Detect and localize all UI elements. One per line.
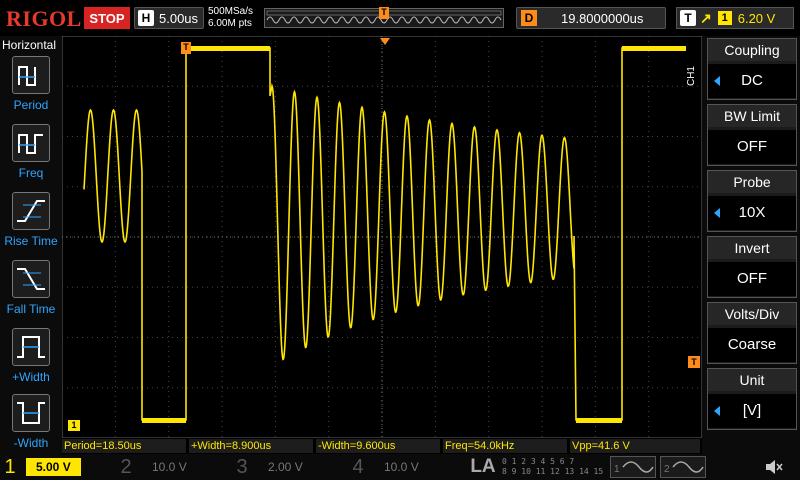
measurement-bar: Period=18.50us +Width=8.900us -Width=9.6…: [62, 438, 702, 454]
measurement-negative-width[interactable]: -Width=9.600us: [316, 439, 440, 453]
period-icon: [12, 56, 50, 94]
menu-probe[interactable]: Probe 10X: [707, 170, 797, 232]
measure-fall-time[interactable]: Fall Time: [0, 260, 62, 326]
rising-edge-icon: ↗: [700, 9, 712, 26]
speaker-muted-icon[interactable]: [764, 458, 784, 476]
measure-freq[interactable]: Freq: [0, 124, 62, 190]
measure-rise-time[interactable]: Rise Time: [0, 192, 62, 258]
memory-overview[interactable]: T: [264, 7, 504, 28]
waveform-display[interactable]: 1 T T: [61, 35, 703, 439]
channel-3-number: 3: [236, 455, 248, 478]
trigger-time-marker[interactable]: T: [181, 42, 191, 54]
rise-time-icon: [12, 192, 50, 230]
invert-value: OFF: [708, 262, 796, 296]
channel-2-scale: 10.0 V: [152, 460, 187, 474]
svg-text:2: 2: [664, 464, 670, 475]
probe-select-arrow-icon: [714, 208, 720, 218]
measurement-freq[interactable]: Freq=54.0kHz: [443, 439, 567, 453]
generator-1-status[interactable]: 1: [610, 456, 656, 478]
measure-positive-width[interactable]: +Width: [0, 328, 62, 394]
freq-icon: [12, 124, 50, 162]
unit-value: [V]: [708, 394, 796, 428]
memory-depth: 6.00M pts: [208, 18, 252, 29]
timebase-box[interactable]: H 5.00us: [134, 7, 204, 29]
generator-2-sine-icon: 2: [664, 461, 704, 475]
trigger-level-marker[interactable]: T: [688, 356, 700, 368]
sample-rate: 500MSa/s: [208, 6, 254, 17]
channel-2-number: 2: [120, 455, 132, 478]
channel-3-status[interactable]: 3 2.00 V: [232, 454, 350, 480]
ch1-menu-tag: CH1: [686, 66, 697, 87]
ch1-ground-marker[interactable]: 1: [68, 420, 80, 431]
horizontal-title: Horizontal: [2, 38, 57, 52]
acquisition-info: 500MSa/s 6.00M pts: [208, 6, 253, 30]
coupling-select-arrow-icon: [714, 76, 720, 86]
freq-label: Freq: [18, 166, 44, 180]
menu-coupling[interactable]: Coupling DC: [707, 38, 797, 100]
generator-1-sine-icon: 1: [614, 461, 654, 475]
measurement-vpp[interactable]: Vpp=41.6 V: [570, 439, 700, 453]
channel-4-number: 4: [352, 455, 364, 478]
svg-text:1: 1: [614, 464, 620, 475]
channel-2-status[interactable]: 2 10.0 V: [116, 454, 234, 480]
positive-width-icon: [12, 328, 50, 366]
channel-1-scale: 5.00 V: [26, 458, 81, 476]
trigger-box[interactable]: T ↗ 1 6.20 V: [676, 7, 794, 29]
menu-volts-div[interactable]: Volts/Div Coarse: [707, 302, 797, 364]
trigger-key: T: [680, 10, 696, 26]
invert-title: Invert: [708, 237, 796, 259]
delay-center-marker: [380, 38, 390, 45]
delay-key: D: [521, 10, 537, 26]
volts-div-title: Volts/Div: [708, 303, 796, 325]
timebase-value: 5.00us: [159, 10, 199, 26]
probe-value: 10X: [708, 196, 796, 230]
negative-width-icon: [12, 394, 50, 432]
bw-limit-value: OFF: [708, 130, 796, 164]
menu-invert[interactable]: Invert OFF: [707, 236, 797, 298]
generator-2-status[interactable]: 2: [660, 456, 706, 478]
channel-1-number: 1: [4, 455, 16, 478]
trigger-position-marker[interactable]: T: [379, 7, 389, 19]
fall-time-icon: [12, 260, 50, 298]
negative-width-label: -Width: [13, 436, 49, 450]
rise-time-label: Rise Time: [4, 234, 58, 248]
horizontal-measure-panel: Horizontal Period Freq Rise Time Fall Ti…: [0, 36, 62, 454]
top-status-bar: RIGOL STOP H 5.00us 500MSa/s 6.00M pts T…: [0, 0, 800, 36]
channel-4-scale: 10.0 V: [384, 460, 419, 474]
logic-analyzer-status[interactable]: LA 0 1 2 3 4 5 6 7 8 9 10 11 12 13 14 15: [464, 454, 604, 480]
rigol-logo: RIGOL: [6, 6, 82, 31]
la-label: LA: [470, 456, 496, 477]
la-row-1: 0 1 2 3 4 5 6 7: [502, 457, 575, 466]
measurement-positive-width[interactable]: +Width=8.900us: [189, 439, 313, 453]
unit-title: Unit: [708, 369, 796, 391]
fall-time-label: Fall Time: [6, 302, 56, 316]
coupling-value: DC: [708, 64, 796, 98]
volts-div-value: Coarse: [708, 328, 796, 362]
delay-value: 19.8000000us: [561, 10, 644, 26]
coupling-title: Coupling: [708, 39, 796, 61]
positive-width-label: +Width: [12, 370, 50, 384]
waveform-grid: [61, 35, 703, 439]
menu-bw-limit[interactable]: BW Limit OFF: [707, 104, 797, 166]
channel-4-status[interactable]: 4 10.0 V: [348, 454, 466, 480]
period-label: Period: [13, 98, 49, 112]
trigger-level: 6.20 V: [737, 10, 776, 26]
bw-limit-title: BW Limit: [708, 105, 796, 127]
run-stop-indicator[interactable]: STOP: [84, 7, 130, 29]
trigger-channel: 1: [717, 11, 732, 25]
la-row-2: 8 9 10 11 12 13 14 15: [502, 467, 604, 476]
unit-select-arrow-icon: [714, 406, 720, 416]
channel-1-status[interactable]: 1 5.00 V: [0, 454, 118, 480]
channel-3-scale: 2.00 V: [268, 460, 303, 474]
la-channel-grid: 0 1 2 3 4 5 6 7 8 9 10 11 12 13 14 15: [502, 457, 603, 477]
timebase-key: H: [138, 10, 154, 26]
measurement-period[interactable]: Period=18.50us: [62, 439, 186, 453]
channel-status-bar: 1 5.00 V 2 10.0 V 3 2.00 V 4 10.0 V LA 0…: [0, 454, 800, 480]
menu-unit[interactable]: Unit [V]: [707, 368, 797, 430]
measure-negative-width[interactable]: -Width: [0, 394, 62, 460]
measure-period[interactable]: Period: [0, 56, 62, 122]
delay-box[interactable]: D 19.8000000us: [516, 7, 666, 29]
ch1-menu-panel: CH1 Coupling DC BW Limit OFF Probe 10X I…: [686, 36, 800, 454]
probe-title: Probe: [708, 171, 796, 193]
